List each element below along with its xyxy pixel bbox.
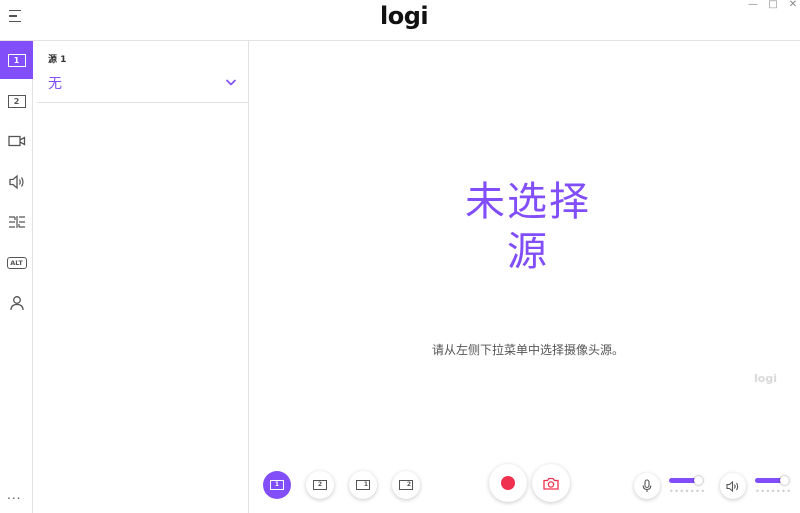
- user-icon: [9, 296, 24, 311]
- snapshot-button[interactable]: [532, 464, 570, 502]
- microphone-volume-thumb[interactable]: [693, 476, 703, 485]
- no-source-hint: 请从左侧下拉菜单中选择摄像头源。: [431, 343, 624, 357]
- rail-item-account[interactable]: [0, 284, 33, 322]
- no-source-title: 未选择 源: [250, 177, 800, 277]
- source-selected-value: 无: [48, 76, 62, 92]
- source-label: 源 1: [48, 55, 67, 65]
- title-bar: logi — □ ✕: [0, 0, 800, 41]
- source-2-icon: 2: [7, 94, 26, 108]
- record-button[interactable]: [489, 464, 527, 502]
- maximize-button[interactable]: □: [766, 0, 780, 12]
- speaker-level-meter: •••••••: [755, 487, 792, 496]
- speaker-volume-thumb[interactable]: [779, 476, 789, 485]
- video-camera-icon: [7, 135, 25, 147]
- chevron-down-icon: [225, 79, 237, 86]
- left-nav-rail: 1 2 ALT ...: [0, 41, 33, 513]
- layout-pip-2-icon: 2: [399, 480, 413, 490]
- rail-item-audio[interactable]: [0, 163, 33, 201]
- hamburger-menu-icon[interactable]: [9, 10, 23, 24]
- rail-item-layout[interactable]: [0, 203, 33, 241]
- layout-pip-1-icon: 1: [356, 480, 370, 490]
- speaker-button[interactable]: [720, 473, 746, 499]
- rail-item-camera[interactable]: [0, 122, 33, 160]
- layout-1-icon: 1: [270, 480, 284, 490]
- logi-logo: logi: [380, 2, 429, 30]
- speaker-volume-icon: [726, 480, 739, 492]
- camera-icon: [543, 477, 559, 490]
- microphone-level-meter: •••••••: [669, 487, 706, 496]
- speaker-icon: [8, 174, 24, 190]
- layout-pip-1-button[interactable]: 1: [349, 471, 377, 499]
- source-1-icon: 1: [7, 53, 26, 67]
- close-button[interactable]: ✕: [786, 0, 800, 12]
- alt-icon: ALT: [6, 257, 27, 269]
- layout-split-icon: [8, 216, 25, 228]
- microphone-button[interactable]: [634, 473, 660, 499]
- more-options-icon[interactable]: ...: [7, 489, 21, 501]
- record-icon: [501, 476, 515, 490]
- layout-2-button[interactable]: 2: [306, 471, 334, 499]
- minimize-button[interactable]: —: [746, 0, 760, 12]
- layout-2-icon: 2: [313, 480, 327, 490]
- source-dropdown[interactable]: 无: [37, 69, 249, 103]
- rail-item-alt[interactable]: ALT: [0, 244, 33, 282]
- source-panel: 源 1 无: [37, 41, 249, 513]
- preview-area: 未选择 源 请从左侧下拉菜单中选择摄像头源。 logi 1 2 1 2 ••••…: [250, 41, 800, 513]
- rail-item-source-2[interactable]: 2: [0, 82, 33, 120]
- app-window: logi — □ ✕ 1 2 ALT ... 源 1 无 未选择 源 请从左侧下…: [0, 0, 800, 513]
- layout-1-button[interactable]: 1: [263, 471, 291, 499]
- rail-item-source-1[interactable]: 1: [0, 41, 33, 79]
- no-source-title-line-1: 未选择: [465, 179, 591, 225]
- microphone-icon: [642, 479, 652, 492]
- layout-pip-2-button[interactable]: 2: [392, 471, 420, 499]
- no-source-title-line-2: 源: [507, 229, 549, 275]
- logi-watermark: logi: [754, 372, 777, 385]
